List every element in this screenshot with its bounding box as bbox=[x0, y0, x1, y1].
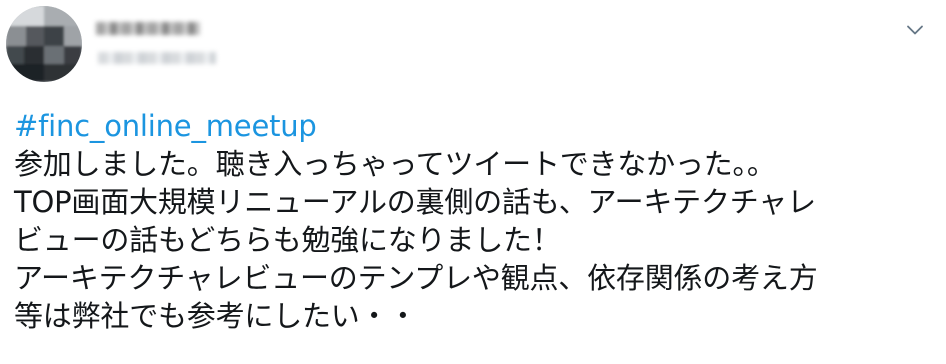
tweet-text-line: 参加しました。聴き入っちゃってツイートできなかった。。 bbox=[14, 147, 776, 181]
blurred-avatar-image bbox=[6, 6, 82, 82]
tweet-text: #finc_online_meetup 参加しました。聴き入っちゃってツイートで… bbox=[14, 107, 939, 335]
avatar[interactable] bbox=[6, 6, 82, 82]
tweet-text-line: 等は弊社でも参考にしたい・・ bbox=[14, 299, 418, 333]
author-handle[interactable] bbox=[98, 52, 216, 64]
tweet-text-line: ビューの話もどちらも勉強になりました！ bbox=[14, 223, 561, 257]
author-display-name[interactable] bbox=[96, 22, 200, 35]
chevron-down-icon bbox=[907, 25, 923, 35]
tweet-card: #finc_online_meetup 参加しました。聴き入っちゃってツイートで… bbox=[0, 0, 946, 364]
hashtag-link[interactable]: #finc_online_meetup bbox=[14, 109, 317, 143]
tweet-menu-button[interactable] bbox=[903, 18, 927, 42]
tweet-text-line: アーキテクチャレビューのテンプレや観点、依存関係の考え方 bbox=[14, 261, 818, 295]
tweet-text-line: TOP画面大規模リニューアルの裏側の話も、アーキテクチャレ bbox=[14, 185, 816, 219]
